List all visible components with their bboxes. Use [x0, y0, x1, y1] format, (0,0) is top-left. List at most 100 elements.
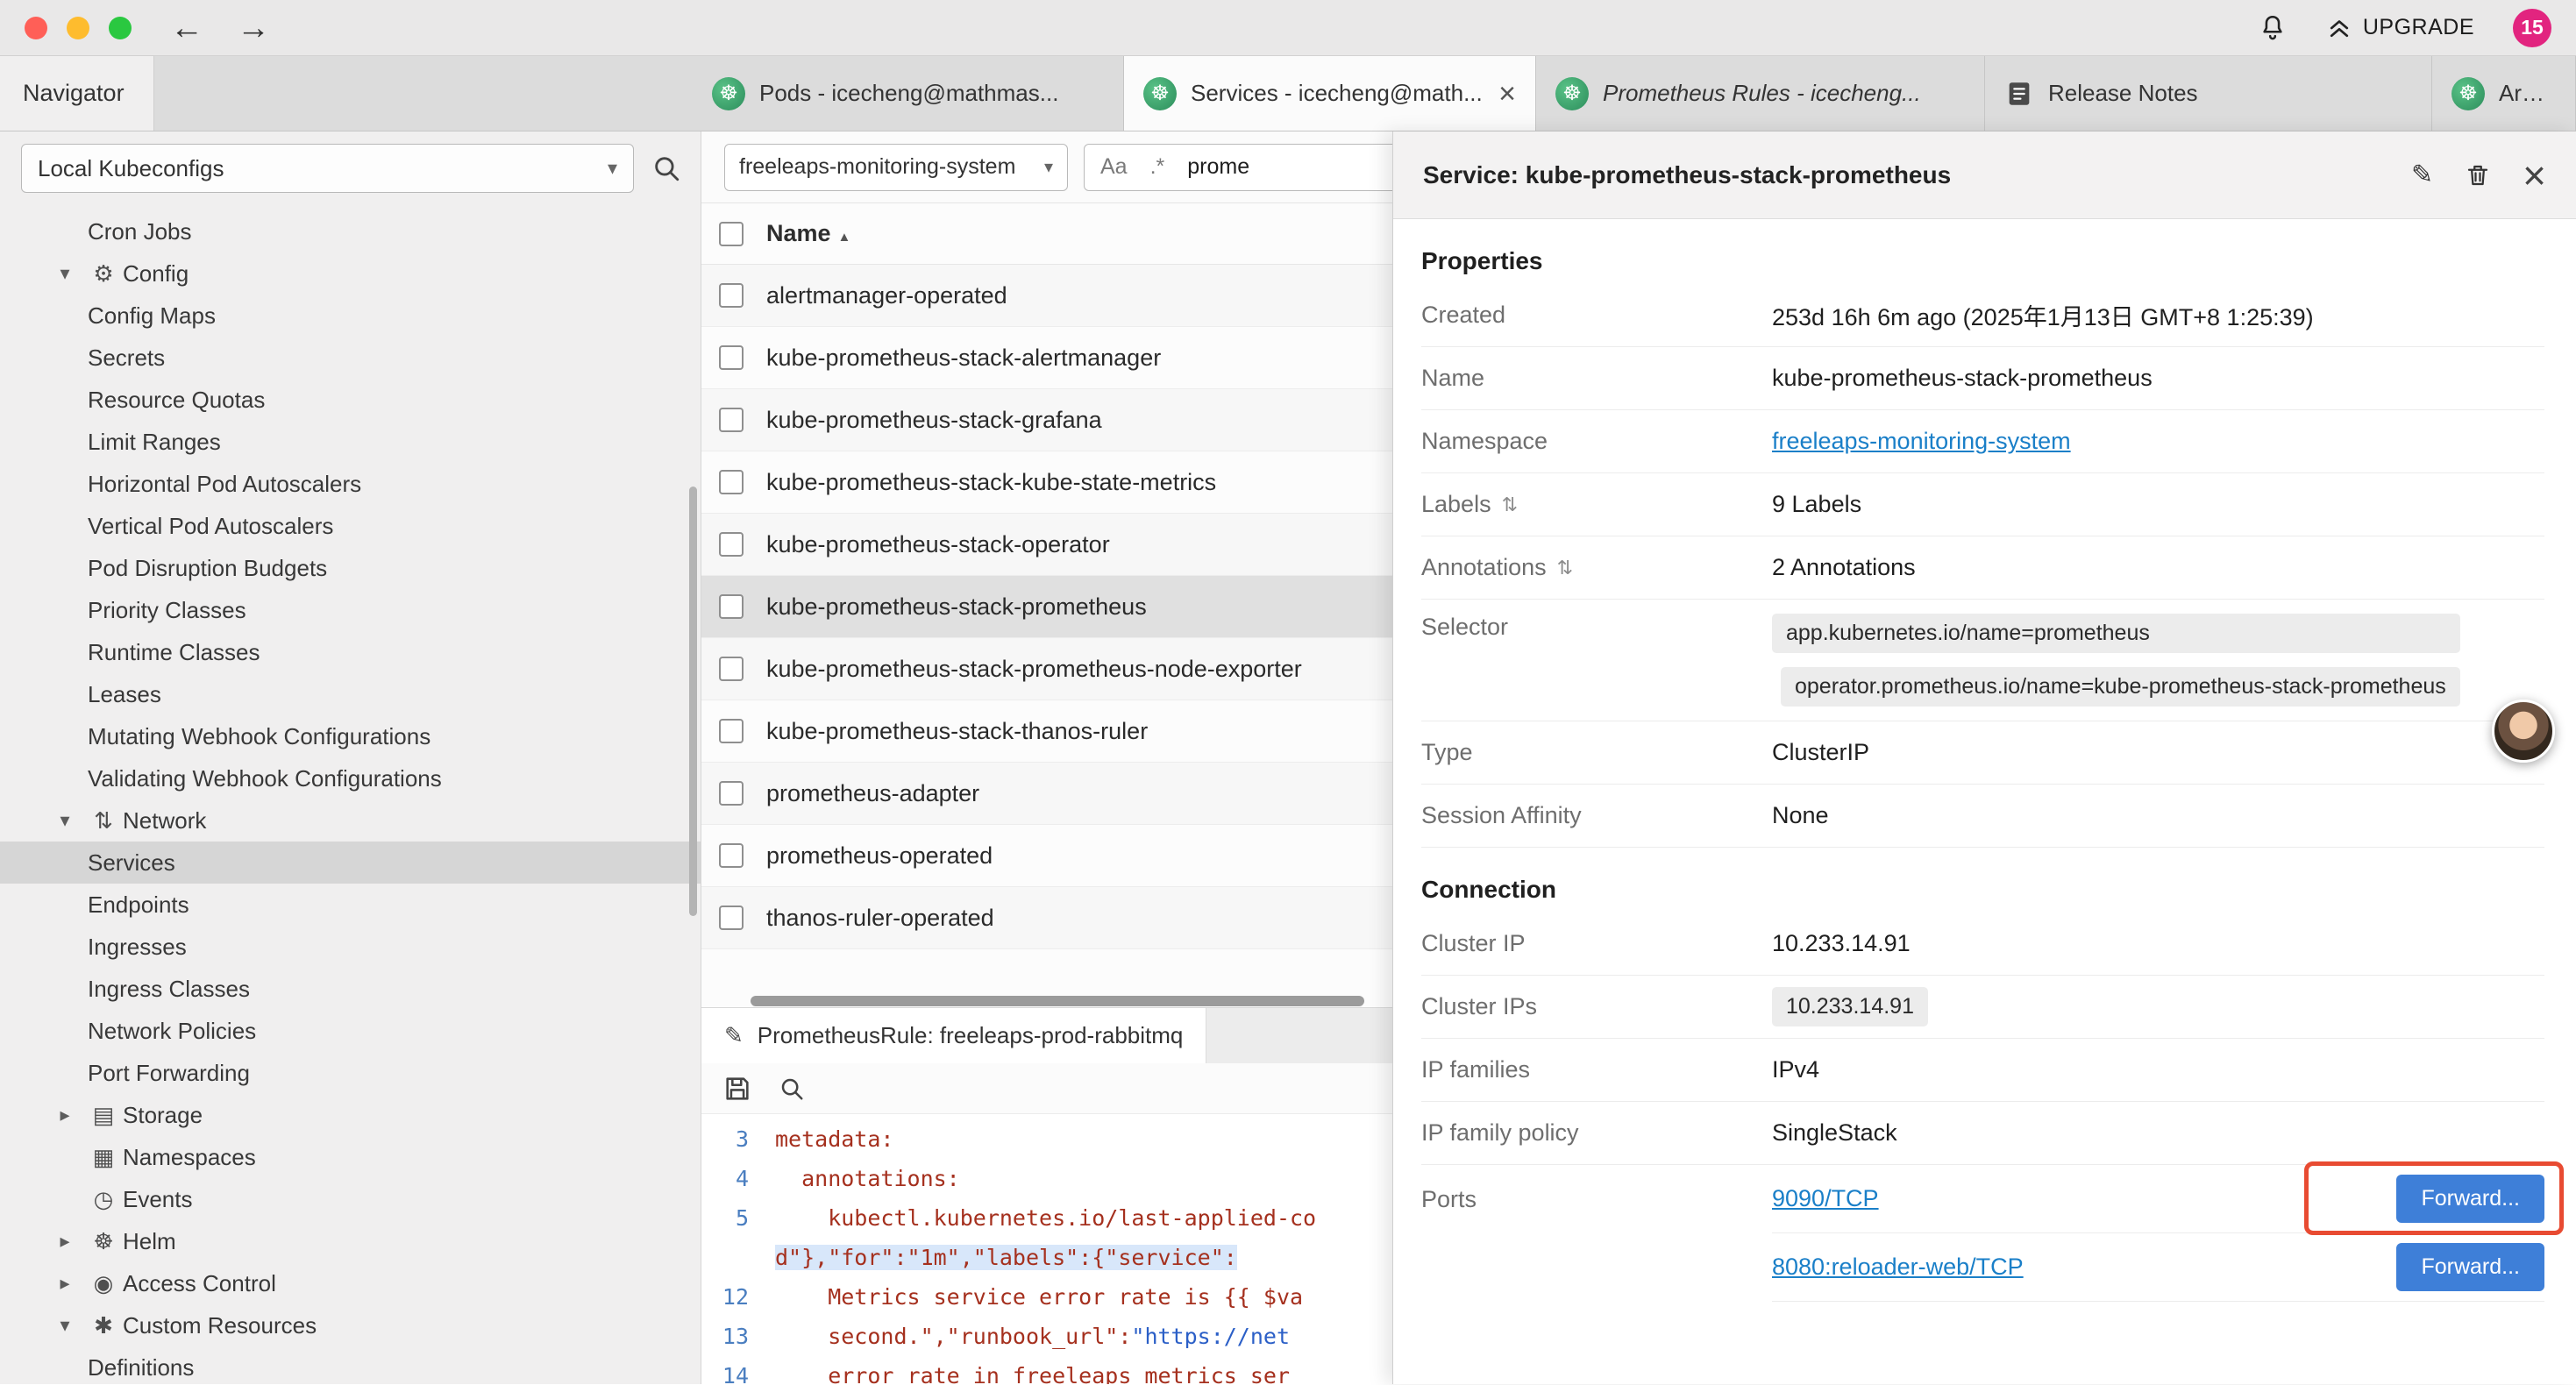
row-checkbox[interactable] — [719, 719, 744, 743]
tree-item-icon: ☸ — [84, 1228, 123, 1255]
notification-count-badge[interactable]: 15 — [2513, 9, 2551, 47]
edit-icon[interactable]: ✎ — [2411, 162, 2433, 188]
edit-icon: ✎ — [724, 1022, 744, 1049]
sidebar-tree-item[interactable]: ▾ ⚙ Config — [0, 252, 701, 295]
property-row-annotations: Annotations ⇅ 2 Annotations — [1421, 536, 2544, 600]
row-checkbox[interactable] — [719, 408, 744, 432]
minimize-window-button[interactable] — [67, 17, 89, 39]
port-line-8080: 8080:reloader-web/TCP Forward... — [1772, 1233, 2544, 1302]
namespace-link[interactable]: freeleaps-monitoring-system — [1772, 428, 2071, 455]
close-icon[interactable]: × — [2523, 155, 2546, 195]
tree-expander-icon[interactable]: ▸ — [46, 1272, 84, 1295]
service-name: kube-prometheus-stack-alertmanager — [766, 344, 1161, 372]
expand-collapse-icon[interactable]: ⇅ — [1502, 494, 1518, 516]
navigator-panel-tab[interactable]: Navigator — [0, 56, 154, 131]
tab-argo[interactable]: ☸ Argo Se — [2432, 56, 2576, 131]
sidebar-tree-item[interactable]: ◷ Events — [0, 1178, 701, 1220]
sidebar-tree-item[interactable]: Cron Jobs — [0, 210, 701, 252]
editor-search-icon[interactable] — [779, 1076, 805, 1102]
tree-expander-icon[interactable]: ▾ — [46, 1314, 84, 1337]
sidebar-tree-item[interactable]: Leases — [0, 673, 701, 715]
name-column-header[interactable]: Name▲ — [766, 220, 850, 247]
sidebar-tree-item[interactable]: ▸ ◉ Access Control — [0, 1262, 701, 1304]
upgrade-button[interactable]: UPGRADE — [2326, 15, 2474, 41]
kubernetes-cluster-icon: ☸ — [712, 77, 745, 110]
row-checkbox[interactable] — [719, 843, 744, 868]
user-avatar[interactable] — [2492, 700, 2555, 763]
sidebar-tree-item[interactable]: ▾ ⇅ Network — [0, 799, 701, 842]
sidebar-tree-item[interactable]: Pod Disruption Budgets — [0, 547, 701, 589]
property-label: Cluster IPs — [1421, 993, 1772, 1020]
sidebar-tree-item[interactable]: Services — [0, 842, 701, 884]
tree-expander-icon[interactable]: ▸ — [46, 1104, 84, 1126]
dock-tab-prometheusrule[interactable]: ✎ PrometheusRule: freeleaps-prod-rabbitm… — [701, 1008, 1206, 1063]
tab-close-icon[interactable]: × — [1498, 79, 1516, 109]
row-checkbox[interactable] — [719, 532, 744, 557]
save-icon[interactable] — [722, 1074, 752, 1104]
sidebar-tree-item[interactable]: Endpoints — [0, 884, 701, 926]
sidebar-tree-item[interactable]: Validating Webhook Configurations — [0, 757, 701, 799]
scrollbar-thumb[interactable] — [751, 996, 1364, 1006]
tree-item-label: Secrets — [88, 344, 165, 372]
sidebar-tree-item[interactable]: Horizontal Pod Autoscalers — [0, 463, 701, 505]
back-button[interactable]: ← — [170, 11, 203, 45]
sidebar-tree-item[interactable]: Priority Classes — [0, 589, 701, 631]
sidebar-tree-item[interactable]: Definitions — [0, 1346, 701, 1384]
tree-item-icon: ▤ — [84, 1102, 123, 1129]
tab-pods[interactable]: ☸ Pods - icecheng@mathmas... — [693, 56, 1124, 131]
property-value: 9 Labels — [1772, 491, 1861, 518]
tree-expander-icon[interactable]: ▸ — [46, 1230, 84, 1253]
tree-expander-icon[interactable]: ▾ — [46, 809, 84, 832]
upgrade-chevrons-icon — [2326, 15, 2352, 41]
port-link[interactable]: 9090/TCP — [1772, 1185, 1879, 1212]
row-checkbox[interactable] — [719, 470, 744, 494]
row-checkbox[interactable] — [719, 657, 744, 681]
property-label: Ports — [1421, 1165, 1772, 1213]
sidebar-tree-item[interactable]: ▸ ☸ Helm — [0, 1220, 701, 1262]
expand-collapse-icon[interactable]: ⇅ — [1557, 557, 1573, 579]
forward-port-button[interactable]: Forward... — [2396, 1243, 2544, 1291]
tab-release-notes[interactable]: Release Notes — [1985, 56, 2432, 131]
row-checkbox[interactable] — [719, 781, 744, 806]
zoom-window-button[interactable] — [109, 17, 132, 39]
sidebar-scrollbar[interactable] — [689, 487, 697, 916]
kubeconfig-selector[interactable]: Local Kubeconfigs ▾ — [21, 144, 634, 193]
forward-port-button[interactable]: Forward... — [2396, 1175, 2544, 1223]
tree-item-icon: ◉ — [84, 1270, 123, 1297]
sidebar-tree-item[interactable]: Mutating Webhook Configurations — [0, 715, 701, 757]
tree-item-label: Storage — [123, 1102, 203, 1129]
tab-prometheus-rules[interactable]: ☸ Prometheus Rules - icecheng... — [1536, 56, 1985, 131]
sidebar-tree-item[interactable]: ▾ ✱ Custom Resources — [0, 1304, 701, 1346]
select-all-checkbox[interactable] — [719, 222, 744, 246]
tree-item-label: Vertical Pod Autoscalers — [88, 513, 333, 540]
row-checkbox[interactable] — [719, 345, 744, 370]
sidebar-tree-item[interactable]: Network Policies — [0, 1010, 701, 1052]
tab-services[interactable]: ☸ Services - icecheng@math... × — [1124, 56, 1536, 131]
sidebar-search-icon[interactable] — [651, 153, 681, 183]
sidebar-tree-item[interactable]: ▦ Namespaces — [0, 1136, 701, 1178]
sidebar-tree-item[interactable]: Port Forwarding — [0, 1052, 701, 1094]
tab-label: Release Notes — [2048, 80, 2198, 107]
forward-button[interactable]: → — [237, 11, 270, 45]
sidebar-tree-item[interactable]: Config Maps — [0, 295, 701, 337]
row-checkbox[interactable] — [719, 283, 744, 308]
sidebar-tree-item[interactable]: Vertical Pod Autoscalers — [0, 505, 701, 547]
row-checkbox[interactable] — [719, 906, 744, 930]
row-checkbox[interactable] — [719, 594, 744, 619]
sidebar-tree-item[interactable]: Runtime Classes — [0, 631, 701, 673]
sidebar-tree-item[interactable]: ▸ ▤ Storage — [0, 1094, 701, 1136]
delete-icon[interactable] — [2465, 162, 2491, 188]
tree-expander-icon[interactable]: ▾ — [46, 262, 84, 285]
close-window-button[interactable] — [25, 17, 47, 39]
sidebar-tree-item[interactable]: Resource Quotas — [0, 379, 701, 421]
sidebar-tree-item[interactable]: Secrets — [0, 337, 701, 379]
sidebar-tree-item[interactable]: Ingress Classes — [0, 968, 701, 1010]
port-link[interactable]: 8080:reloader-web/TCP — [1772, 1254, 2024, 1281]
match-case-toggle[interactable]: Aa — [1100, 154, 1128, 180]
property-row-ports: Ports 9090/TCP Forward... 8080:reloader-… — [1421, 1165, 2544, 1302]
notifications-bell-icon[interactable] — [2258, 13, 2288, 43]
regex-toggle[interactable]: .* — [1150, 154, 1165, 180]
sidebar-tree-item[interactable]: Limit Ranges — [0, 421, 701, 463]
sidebar-tree-item[interactable]: Ingresses — [0, 926, 701, 968]
namespace-selector[interactable]: freeleaps-monitoring-system ▾ — [724, 144, 1068, 191]
